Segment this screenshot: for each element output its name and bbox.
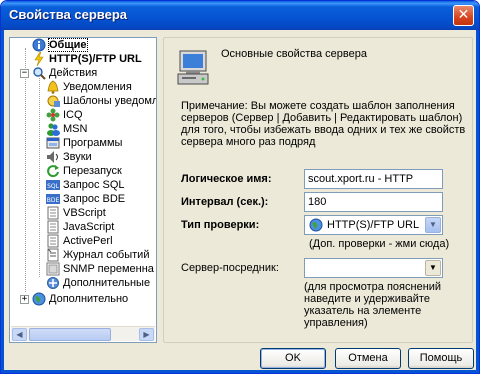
template-note: Примечание: Вы можете создать шаблон зап… xyxy=(181,100,466,148)
tree-item-sql-query[interactable]: SQL Запрос SQL xyxy=(46,178,125,192)
chevron-down-icon[interactable]: ▼ xyxy=(425,260,441,276)
chevron-down-icon[interactable]: ▼ xyxy=(425,217,441,233)
tree-item-notification-templates[interactable]: Шаблоны уведомл xyxy=(46,94,157,108)
extra-icon xyxy=(46,276,60,290)
tree-item-additional-actions[interactable]: Дополнительные xyxy=(46,276,150,290)
template-icon xyxy=(46,94,60,108)
tree-line xyxy=(39,78,40,277)
help-button[interactable]: Помощь xyxy=(408,348,474,369)
tree-item-general[interactable]: Общие xyxy=(32,38,88,52)
tree-item-label: Дополнительные xyxy=(63,277,151,289)
tree-item-notifications[interactable]: Уведомления xyxy=(46,80,132,94)
program-icon xyxy=(46,136,60,150)
expand-actions-toggle[interactable]: − xyxy=(20,69,29,78)
extra-checks-link[interactable]: (Доп. проверки - жми сюда) xyxy=(309,238,449,250)
script-icon xyxy=(46,234,60,248)
tree-item-snmp-variable[interactable]: SNMP переменна xyxy=(46,262,154,276)
magnifier-icon xyxy=(32,66,46,80)
proxy-select[interactable]: ▼ xyxy=(304,258,443,278)
window-border-right xyxy=(476,30,479,373)
check-type-label: Тип проверки: xyxy=(181,219,260,231)
globe-icon xyxy=(309,218,323,232)
lightning-icon xyxy=(32,51,46,67)
tree-item-label: ICQ xyxy=(63,109,83,121)
expand-additional-toggle[interactable]: + xyxy=(20,295,29,304)
tree-line xyxy=(25,48,26,292)
tree-item-programs[interactable]: Программы xyxy=(46,136,122,150)
tree-item-event-log[interactable]: Журнал событий xyxy=(46,248,149,262)
tree-item-label: Программы xyxy=(63,137,123,149)
close-button[interactable]: ✕ xyxy=(453,5,474,26)
tree-item-restart[interactable]: Перезапуск xyxy=(46,164,122,178)
tree-item-msn[interactable]: MSN xyxy=(46,122,87,136)
scroll-thumb[interactable] xyxy=(29,328,111,341)
info-icon xyxy=(32,38,46,52)
tree-item-label: Действия xyxy=(49,67,98,79)
tree-item-vbscript[interactable]: VBScript xyxy=(46,206,106,220)
svg-text:BDE: BDE xyxy=(47,197,60,204)
tree-item-icq[interactable]: ICQ xyxy=(46,108,83,122)
tree-item-label: Журнал событий xyxy=(63,249,150,261)
bell-icon xyxy=(46,80,60,94)
tree-horizontal-scrollbar[interactable]: ◀ ▶ xyxy=(11,326,155,341)
sql-icon: SQL xyxy=(46,178,60,192)
window-title: Свойства сервера xyxy=(9,7,128,22)
tree-item-label: SNMP переменна xyxy=(63,263,154,275)
tree-item-label: HTTP(S)/FTP URL xyxy=(49,53,142,65)
tree-item-label: JavaScript xyxy=(63,221,115,233)
scroll-left-arrow-icon[interactable]: ◀ xyxy=(12,328,27,341)
tree-item-label: Дополнительно xyxy=(49,293,129,305)
tree-item-additional[interactable]: Дополнительно xyxy=(32,292,128,306)
window-border-left xyxy=(1,30,4,373)
globe-icon xyxy=(32,292,46,306)
tree-item-label: Общие xyxy=(48,38,88,52)
restart-icon xyxy=(46,164,60,178)
tree-item-bde-query[interactable]: BDE Запрос BDE xyxy=(46,192,125,206)
tree-item-javascript[interactable]: JavaScript xyxy=(46,220,114,234)
scroll-right-arrow-icon[interactable]: ▶ xyxy=(139,328,154,341)
window-border-bottom xyxy=(1,370,479,373)
ok-button[interactable]: OK xyxy=(260,348,326,369)
proxy-hint: (для просмотра пояснений наведите и удер… xyxy=(304,281,442,329)
section-title: Основные свойства сервера xyxy=(221,48,367,60)
tree-item-label: Запрос SQL xyxy=(63,179,125,191)
log-icon xyxy=(46,248,60,262)
check-type-value: HTTP(S)/FTP URL xyxy=(327,219,420,231)
tree-item-activeperl[interactable]: ActivePerl xyxy=(46,234,113,248)
tree-item-label: Перезапуск xyxy=(63,165,122,177)
tree-item-label: VBScript xyxy=(63,207,106,219)
tree-item-label: Запрос BDE xyxy=(63,193,126,205)
icq-flower-icon xyxy=(46,108,60,122)
script-icon xyxy=(46,206,60,220)
cancel-button[interactable]: Отмена xyxy=(335,348,401,369)
tree-item-http-ftp-url[interactable]: HTTP(S)/FTP URL xyxy=(32,51,142,67)
tree-item-label: ActivePerl xyxy=(63,235,113,247)
sound-icon xyxy=(46,150,60,164)
svg-text:SQL: SQL xyxy=(47,183,60,190)
logical-name-field[interactable]: scout.xport.ru - HTTP xyxy=(304,169,443,189)
interval-field[interactable]: 180 xyxy=(304,192,443,212)
server-monitor-icon xyxy=(177,50,209,85)
tree-item-sounds[interactable]: Звуки xyxy=(46,150,92,164)
server-properties-dialog: Свойства сервера ✕ Общие HTTP(S)/FTP URL… xyxy=(0,0,480,374)
snmp-icon xyxy=(46,262,60,276)
tree-item-label: MSN xyxy=(63,123,88,135)
script-icon xyxy=(46,220,60,234)
interval-label: Интервал (сек.): xyxy=(181,196,269,208)
tree-item-label: Шаблоны уведомл xyxy=(63,95,157,107)
title-bar[interactable]: Свойства сервера ✕ xyxy=(1,1,479,30)
settings-tree[interactable]: Общие HTTP(S)/FTP URL − Действия Уведомл… xyxy=(9,37,157,343)
check-type-select[interactable]: HTTP(S)/FTP URL ▼ xyxy=(304,215,443,235)
tree-item-actions[interactable]: Действия xyxy=(32,66,97,80)
logical-name-label: Логическое имя: xyxy=(181,173,272,185)
msn-icon xyxy=(46,122,60,136)
bde-icon: BDE xyxy=(46,192,60,206)
proxy-label: Сервер-посредник: xyxy=(181,262,279,274)
tree-item-label: Звуки xyxy=(63,151,92,163)
tree-item-label: Уведомления xyxy=(63,81,132,93)
